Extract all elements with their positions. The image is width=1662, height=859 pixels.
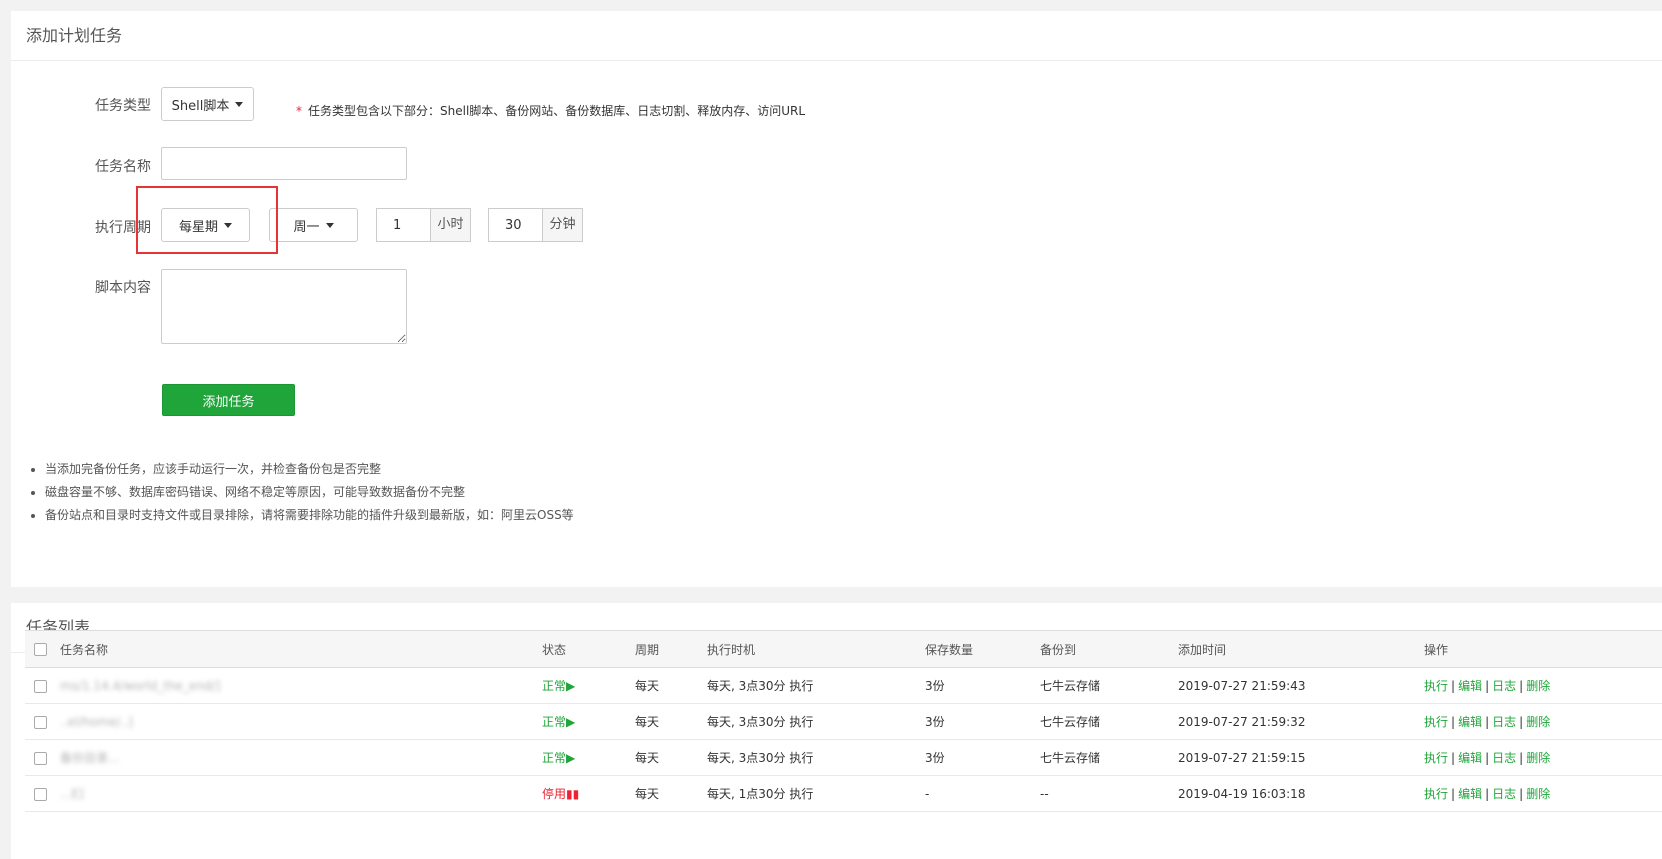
table-row: ..el/home/..] 正常▶ 每天 每天, 3点30分 执行 3份 七牛云… [25,703,1662,740]
task-type-dropdown[interactable]: Shell脚本 [161,87,254,121]
keep-cell: 3份 [925,667,1040,704]
row-checkbox[interactable] [34,715,47,729]
add-task-panel: 添加计划任务 任务类型 Shell脚本 * 任务类型包含以下部分：Shell脚本、… [11,11,1662,587]
table-row: 备份目录... 正常▶ 每天 每天, 3点30分 执行 3份 七牛云存储 201… [25,739,1662,776]
status-badge[interactable]: 停用▮▮ [542,787,579,801]
table-row: ...E] 停用▮▮ 每天 每天, 1点30分 执行 - -- 2019-04-… [25,775,1662,812]
ops-cell: 执行 | 编辑 | 日志 | 删除 [1424,667,1662,704]
hour-unit: 小时 [430,208,471,242]
caret-down-icon [325,222,334,228]
task-name: 备份目录... [60,751,120,765]
run-link[interactable]: 执行 [1424,679,1448,693]
run-link[interactable]: 执行 [1424,715,1448,729]
col-backup-to[interactable]: 备份到 [1040,630,1178,668]
log-link[interactable]: 日志 [1492,679,1516,693]
edit-link[interactable]: 编辑 [1458,787,1482,801]
backup-to-cell: 七牛云存储 [1040,703,1178,740]
backup-to-cell: 七牛云存储 [1040,667,1178,704]
edit-link[interactable]: 编辑 [1458,679,1482,693]
col-cycle[interactable]: 周期 [635,630,707,668]
run-link[interactable]: 执行 [1424,787,1448,801]
task-name: ms/1.14.4/world_the_end/] [60,678,221,693]
col-ops: 操作 [1424,630,1662,668]
col-keep[interactable]: 保存数量 [925,630,1040,668]
hour-group: 小时 [376,208,471,242]
keep-cell: 3份 [925,703,1040,740]
task-name: ..el/home/..] [60,714,133,729]
status-badge[interactable]: 正常▶ [542,715,575,729]
highlight-box [136,186,278,254]
timing-cell: 每天, 3点30分 执行 [707,703,925,740]
task-type-hint-text: 任务类型包含以下部分：Shell脚本、备份网站、备份数据库、日志切割、释放内存、… [308,104,806,118]
cycle-cell: 每天 [635,667,707,704]
weekday-value: 周一 [293,219,320,235]
delete-link[interactable]: 删除 [1526,715,1550,729]
backup-to-cell: 七牛云存储 [1040,739,1178,776]
cycle-cell: 每天 [635,775,707,812]
add-task-title: 添加计划任务 [11,11,1662,61]
script-label: 脚本内容 [95,280,151,296]
note-item: 备份站点和目录时支持文件或目录排除，请将需要排除功能的插件升级到最新版，如：阿里… [45,504,574,527]
required-star: * [296,104,302,118]
table-row: ms/1.14.4/world_the_end/] 正常▶ 每天 每天, 3点3… [25,667,1662,704]
timing-cell: 每天, 1点30分 执行 [707,775,925,812]
task-type-label: 任务类型 [95,98,151,114]
edit-link[interactable]: 编辑 [1458,715,1482,729]
row-checkbox[interactable] [34,787,47,801]
cycle-cell: 每天 [635,703,707,740]
task-name-input[interactable] [161,147,407,180]
hour-input[interactable] [376,208,430,242]
keep-cell: - [925,775,1040,812]
log-link[interactable]: 日志 [1492,715,1516,729]
minute-group: 分钟 [488,208,583,242]
col-timing[interactable]: 执行时机 [707,630,925,668]
col-task-name[interactable]: 任务名称 [60,630,542,668]
task-list-panel: 任务列表 任务名称 状态 周期 执行时机 保存数量 备份到 添加时间 操作 ms… [11,603,1662,859]
ops-cell: 执行 | 编辑 | 日志 | 删除 [1424,739,1662,776]
row-checkbox[interactable] [34,679,47,693]
task-table: 任务名称 状态 周期 执行时机 保存数量 备份到 添加时间 操作 ms/1.14… [25,630,1662,812]
table-header-row: 任务名称 状态 周期 执行时机 保存数量 备份到 添加时间 操作 [25,630,1662,668]
timing-cell: 每天, 3点30分 执行 [707,739,925,776]
ops-cell: 执行 | 编辑 | 日志 | 删除 [1424,775,1662,812]
add-task-button[interactable]: 添加任务 [162,384,295,416]
cycle-cell: 每天 [635,739,707,776]
caret-down-icon [235,101,244,107]
run-link[interactable]: 执行 [1424,751,1448,765]
backup-to-cell: -- [1040,775,1178,812]
added-time-cell: 2019-04-19 16:03:18 [1178,775,1424,812]
row-checkbox[interactable] [34,751,47,765]
added-time-cell: 2019-07-27 21:59:15 [1178,739,1424,776]
task-type-value: Shell脚本 [171,98,230,114]
weekday-dropdown[interactable]: 周一 [269,208,358,242]
added-time-cell: 2019-07-27 21:59:43 [1178,667,1424,704]
col-status[interactable]: 状态 [542,630,635,668]
col-added-time[interactable]: 添加时间 [1178,630,1424,668]
log-link[interactable]: 日志 [1492,751,1516,765]
minute-input[interactable] [488,208,542,242]
keep-cell: 3份 [925,739,1040,776]
task-name: ...E] [60,786,84,801]
minute-unit: 分钟 [542,208,583,242]
select-all-checkbox[interactable] [34,643,47,656]
status-badge[interactable]: 正常▶ [542,679,575,693]
task-type-hint: * 任务类型包含以下部分：Shell脚本、备份网站、备份数据库、日志切割、释放内存… [296,102,805,119]
log-link[interactable]: 日志 [1492,787,1516,801]
edit-link[interactable]: 编辑 [1458,751,1482,765]
timing-cell: 每天, 3点30分 执行 [707,667,925,704]
delete-link[interactable]: 删除 [1526,679,1550,693]
notes-list: 当添加完备份任务，应该手动运行一次，并检查备份包是否完整 磁盘容量不够、数据库密… [29,458,574,527]
script-textarea[interactable] [161,269,407,344]
status-badge[interactable]: 正常▶ [542,751,575,765]
delete-link[interactable]: 删除 [1526,751,1550,765]
added-time-cell: 2019-07-27 21:59:32 [1178,703,1424,740]
note-item: 当添加完备份任务，应该手动运行一次，并检查备份包是否完整 [45,458,574,481]
ops-cell: 执行 | 编辑 | 日志 | 删除 [1424,703,1662,740]
task-name-label: 任务名称 [95,159,151,175]
delete-link[interactable]: 删除 [1526,787,1550,801]
note-item: 磁盘容量不够、数据库密码错误、网络不稳定等原因，可能导致数据备份不完整 [45,481,574,504]
